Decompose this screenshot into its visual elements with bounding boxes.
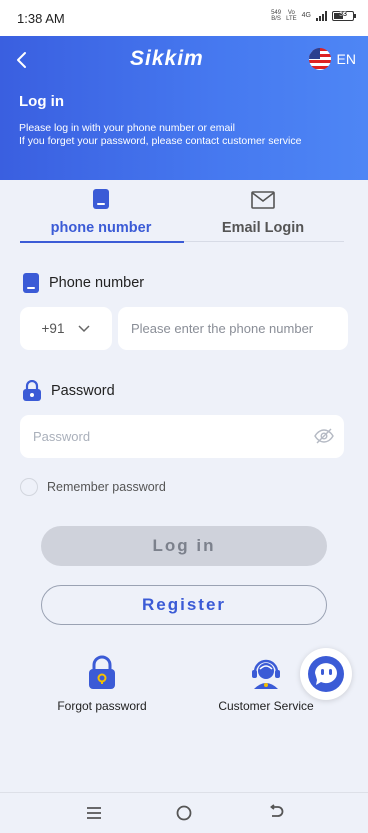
headset-agent-icon: [252, 659, 280, 689]
description-line-1: Please log in with your phone number or …: [19, 122, 235, 134]
tab-email-login[interactable]: Email Login: [182, 186, 344, 244]
customer-service-label: Customer Service: [218, 699, 314, 713]
password-input-box: [20, 415, 344, 458]
forgot-password-label: Forgot password: [57, 699, 147, 713]
remember-checkbox[interactable]: [20, 478, 38, 496]
menu-icon[interactable]: [84, 803, 104, 823]
password-label-text: Password: [51, 383, 115, 399]
speed-unit: B/S: [271, 16, 281, 22]
eye-hidden-icon[interactable]: [314, 427, 334, 445]
login-button[interactable]: Log in: [41, 526, 327, 566]
phone-field-label: Phone number: [22, 272, 144, 294]
tab-active-indicator: [20, 241, 184, 243]
brand-logo: Sikkim: [130, 47, 204, 70]
phone-input[interactable]: [118, 307, 348, 350]
header: Sikkim EN Log in Please log in with your…: [0, 36, 368, 180]
home-icon[interactable]: [174, 803, 194, 823]
password-field-label: Password: [22, 380, 115, 402]
volte-indicator: Vo LTE: [286, 10, 297, 22]
battery-level: 33: [339, 11, 347, 18]
battery-icon: 33: [332, 11, 356, 21]
forgot-password-action[interactable]: Forgot password: [50, 655, 154, 713]
remember-label: Remember password: [47, 480, 166, 494]
tab-email-label: Email Login: [221, 220, 305, 236]
remember-password: Remember password: [20, 478, 166, 496]
tab-phone-number[interactable]: phone number: [20, 186, 182, 244]
register-button[interactable]: Register: [41, 585, 327, 625]
back-arrow-icon[interactable]: [12, 50, 32, 70]
tab-phone-label: phone number: [50, 220, 152, 236]
language-selector[interactable]: EN: [308, 48, 356, 70]
phone-label-text: Phone number: [49, 275, 145, 291]
network-type: 4G: [301, 12, 311, 19]
envelope-icon: [251, 191, 275, 209]
system-navigation-bar: [0, 792, 368, 833]
signal-icon: [316, 11, 327, 21]
lock-icon: [23, 380, 41, 401]
country-code-select[interactable]: +91: [20, 307, 112, 350]
page-description: Please log in with your phone number or …: [19, 122, 301, 148]
chat-bot-icon: [308, 656, 344, 692]
phone-input-box: [118, 307, 348, 350]
login-method-tabs: phone number Email Login: [20, 186, 344, 244]
status-icons: 549 B/S Vo LTE 4G 33: [271, 10, 356, 22]
volte-bottom: LTE: [286, 16, 297, 22]
padlock-icon: [89, 655, 115, 689]
status-time: 1:38 AM: [17, 11, 65, 26]
chevron-down-icon: [78, 324, 90, 332]
us-flag-icon: [308, 48, 331, 70]
chat-float-button[interactable]: [300, 648, 352, 700]
page-title: Log in: [19, 93, 64, 110]
description-line-2: If you forget your password, please cont…: [19, 135, 302, 147]
back-icon[interactable]: [266, 803, 286, 823]
status-bar: 1:38 AM 549 B/S Vo LTE 4G 33: [0, 0, 368, 36]
phone-icon: [93, 189, 109, 209]
language-label: EN: [336, 51, 356, 67]
network-speed: 549 B/S: [271, 10, 281, 22]
country-code-value: +91: [41, 321, 65, 336]
phone-icon: [23, 273, 39, 293]
password-input[interactable]: [20, 415, 344, 458]
